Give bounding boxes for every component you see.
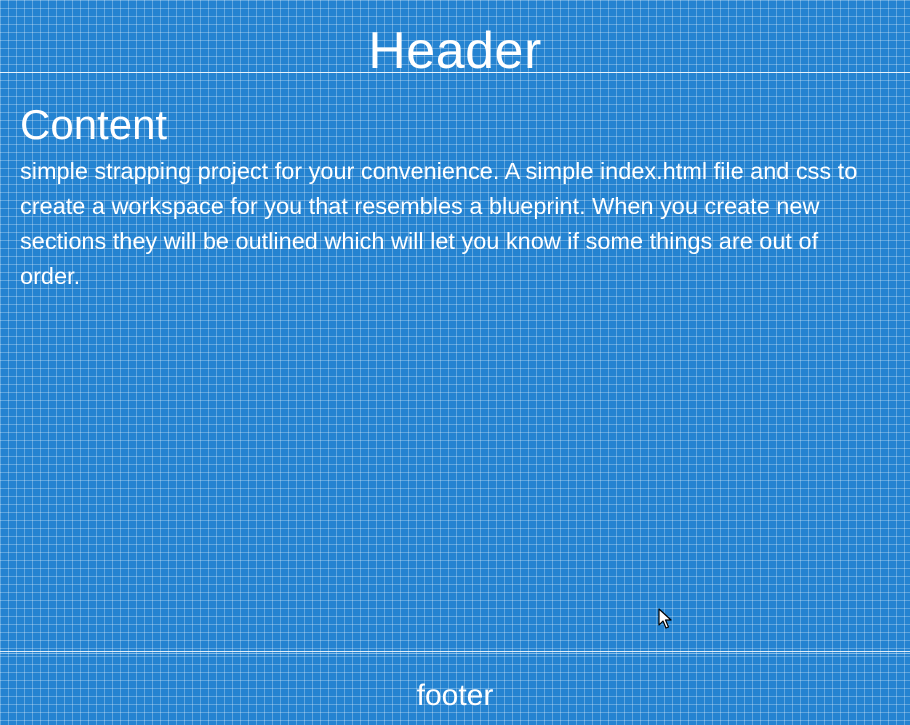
mouse-pointer-icon xyxy=(658,608,672,629)
content-body: simple strapping project for your conven… xyxy=(20,158,858,289)
header-title: Header xyxy=(368,22,542,73)
page-header: Header xyxy=(0,0,910,73)
page-footer: footer xyxy=(0,676,910,716)
content-section: Content simple strapping project for you… xyxy=(20,100,870,294)
footer-divider xyxy=(0,651,910,654)
footer-text: footer xyxy=(416,679,494,712)
content-heading: Content xyxy=(20,101,168,148)
